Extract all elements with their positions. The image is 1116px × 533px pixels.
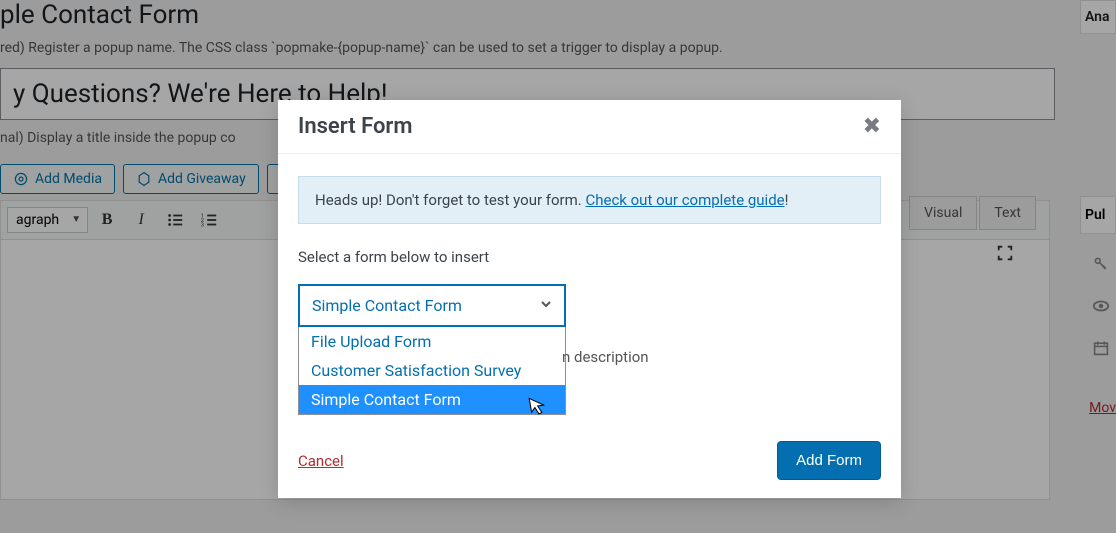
form-option-survey[interactable]: Customer Satisfaction Survey [299, 356, 565, 385]
modal-footer: Cancel Add Form [278, 425, 901, 498]
guide-link[interactable]: Check out our complete guide [585, 191, 784, 209]
heads-up-notice: Heads up! Don't forget to test your form… [298, 176, 881, 224]
form-select-dropdown: File Upload Form Customer Satisfaction S… [298, 327, 566, 415]
heads-up-prefix: Heads up! Don't forget to test your form… [315, 191, 585, 209]
modal-header: Insert Form ✖ [278, 100, 901, 154]
form-option-file-upload[interactable]: File Upload Form [299, 327, 565, 356]
add-form-button[interactable]: Add Form [777, 441, 881, 480]
heads-up-suffix: ! [785, 191, 789, 209]
description-hint: n description [562, 348, 649, 366]
select-form-label: Select a form below to insert [298, 248, 881, 266]
chevron-down-icon [540, 298, 552, 313]
insert-form-modal: Insert Form ✖ Heads up! Don't forget to … [278, 100, 901, 498]
form-option-simple-contact[interactable]: Simple Contact Form [299, 385, 565, 414]
form-select-value: Simple Contact Form [312, 296, 462, 315]
form-select[interactable]: Simple Contact Form [298, 284, 566, 327]
modal-title: Insert Form [298, 114, 412, 139]
modal-body: Heads up! Don't forget to test your form… [278, 154, 901, 425]
close-icon[interactable]: ✖ [863, 114, 881, 139]
cancel-button[interactable]: Cancel [298, 452, 344, 470]
